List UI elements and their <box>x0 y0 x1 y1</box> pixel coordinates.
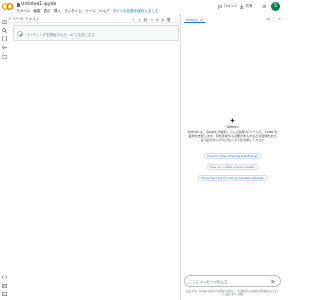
suggestion-chip[interactable]: How do I filter a Pandas DataFrame? <box>203 153 262 159</box>
drive-file-icon <box>17 3 20 7</box>
gemini-pane-tools: ⧉ ⋮ × <box>267 17 281 21</box>
delete-icon[interactable]: 🗑 <box>167 18 171 22</box>
gemini-title: Gemini <box>226 125 239 129</box>
mirror-icon[interactable]: ⧉ <box>162 18 165 22</box>
folder-icon[interactable] <box>2 54 7 59</box>
comment-label: コメント <box>223 4 238 8</box>
star-icon[interactable]: ☆ <box>50 1 54 7</box>
gemini-pane: Gemini × ⧉ ⋮ × Gemini Gemini は、Google が提… <box>181 14 284 300</box>
comment-cell-icon[interactable]: ▭ <box>150 18 153 22</box>
gemini-description: Gemini は、Google が提供している生成 AI ツールで、Colab … <box>187 130 278 142</box>
gemini-tab[interactable]: Gemini × <box>184 17 205 23</box>
close-icon[interactable]: × <box>200 18 203 22</box>
cell-toolbar: ↑ ↓ ⛓ ▭ ⚙ ⧉ 🗑 ⋮ <box>132 18 177 22</box>
left-rail <box>0 14 10 300</box>
cell-placeholder[interactable]: コーディングを開始するか、AI で生成します。 <box>26 32 98 37</box>
gemini-prompt-box[interactable] <box>184 275 281 287</box>
person-add-icon <box>240 4 244 9</box>
suggestion-chip[interactable]: Show me a list of publicly available dat… <box>197 175 268 181</box>
key-icon[interactable] <box>2 45 7 50</box>
search-icon[interactable] <box>2 28 7 33</box>
open-external-icon[interactable]: ⧉ <box>267 17 269 21</box>
arrow-up-icon[interactable]: ↑ <box>132 18 135 22</box>
gemini-tab-label: Gemini <box>186 17 198 22</box>
menu-icon[interactable] <box>2 20 7 24</box>
user-avatar[interactable]: S <box>271 2 280 11</box>
terminal-icon[interactable] <box>2 292 7 296</box>
gear-icon <box>262 4 267 9</box>
settings-cell-icon[interactable]: ⚙ <box>156 18 159 22</box>
code-brackets-icon[interactable] <box>2 36 7 41</box>
run-cell-button[interactable] <box>17 31 23 37</box>
settings-button[interactable] <box>262 4 267 9</box>
add-text-button[interactable]: + テキスト <box>21 17 39 22</box>
gemini-prompt-input[interactable] <box>189 279 267 285</box>
suggestion-chip[interactable]: How do I create a plot in Colab? <box>206 164 259 170</box>
gemini-sparkle-icon <box>230 118 235 123</box>
comment-button[interactable]: コメント <box>218 4 238 9</box>
close-pane-icon[interactable]: × <box>278 17 281 21</box>
code-icon[interactable] <box>2 275 7 279</box>
link-icon[interactable]: ⛓ <box>143 18 147 22</box>
arrow-down-icon[interactable]: ↓ <box>138 18 141 22</box>
form-icon[interactable] <box>2 284 7 288</box>
send-icon[interactable] <box>271 279 276 284</box>
share-label: 共有 <box>245 4 253 8</box>
gemini-disclaimer: 生成 AI は、Google が表示する情報とは異なり、不正確または不適切な情報… <box>186 290 279 296</box>
colab-logo-icon[interactable] <box>2 3 13 10</box>
comment-icon <box>218 4 222 9</box>
more-vert-icon[interactable]: ⋮ <box>272 17 275 21</box>
more-vert-icon[interactable]: ⋮ <box>174 18 178 22</box>
notebook-area: コーディングを開始するか、AI で生成します。 ↑ ↓ ⛓ ▭ ⚙ ⧉ 🗑 ⋮ <box>10 18 180 300</box>
code-cell[interactable]: コーディングを開始するか、AI で生成します。 <box>13 25 179 41</box>
share-button[interactable]: 共有 <box>240 4 253 9</box>
